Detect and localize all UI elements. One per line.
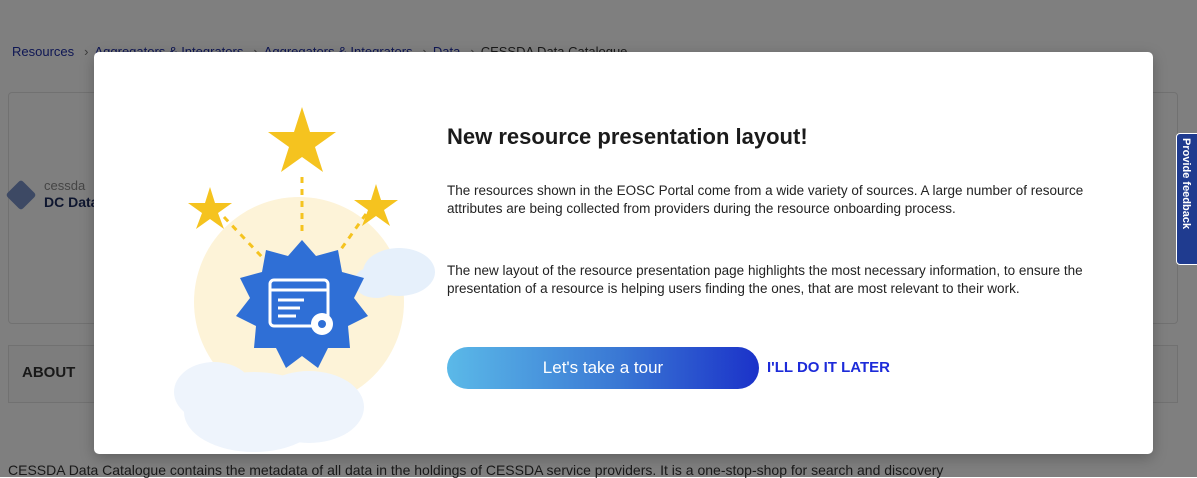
provide-feedback-tab[interactable]: Provide feedback [1176,133,1197,265]
cloud-icon [254,371,364,443]
star-icon [188,187,232,229]
provide-feedback-label: Provide feedback [1180,138,1192,230]
star-icon [268,107,336,172]
layout-announcement-modal: New resource presentation layout! The re… [94,52,1153,454]
gear-icon [318,320,326,328]
do-it-later-link[interactable]: I'LL DO IT LATER [767,359,890,376]
modal-title: New resource presentation layout! [447,124,808,149]
illustration [174,107,435,452]
modal-paragraph-1: The resources shown in the EOSC Portal c… [447,183,1084,216]
cloud-icon [174,362,254,422]
modal-paragraph-2: The new layout of the resource presentat… [447,263,1083,296]
take-tour-button[interactable]: Let's take a tour [447,347,759,389]
